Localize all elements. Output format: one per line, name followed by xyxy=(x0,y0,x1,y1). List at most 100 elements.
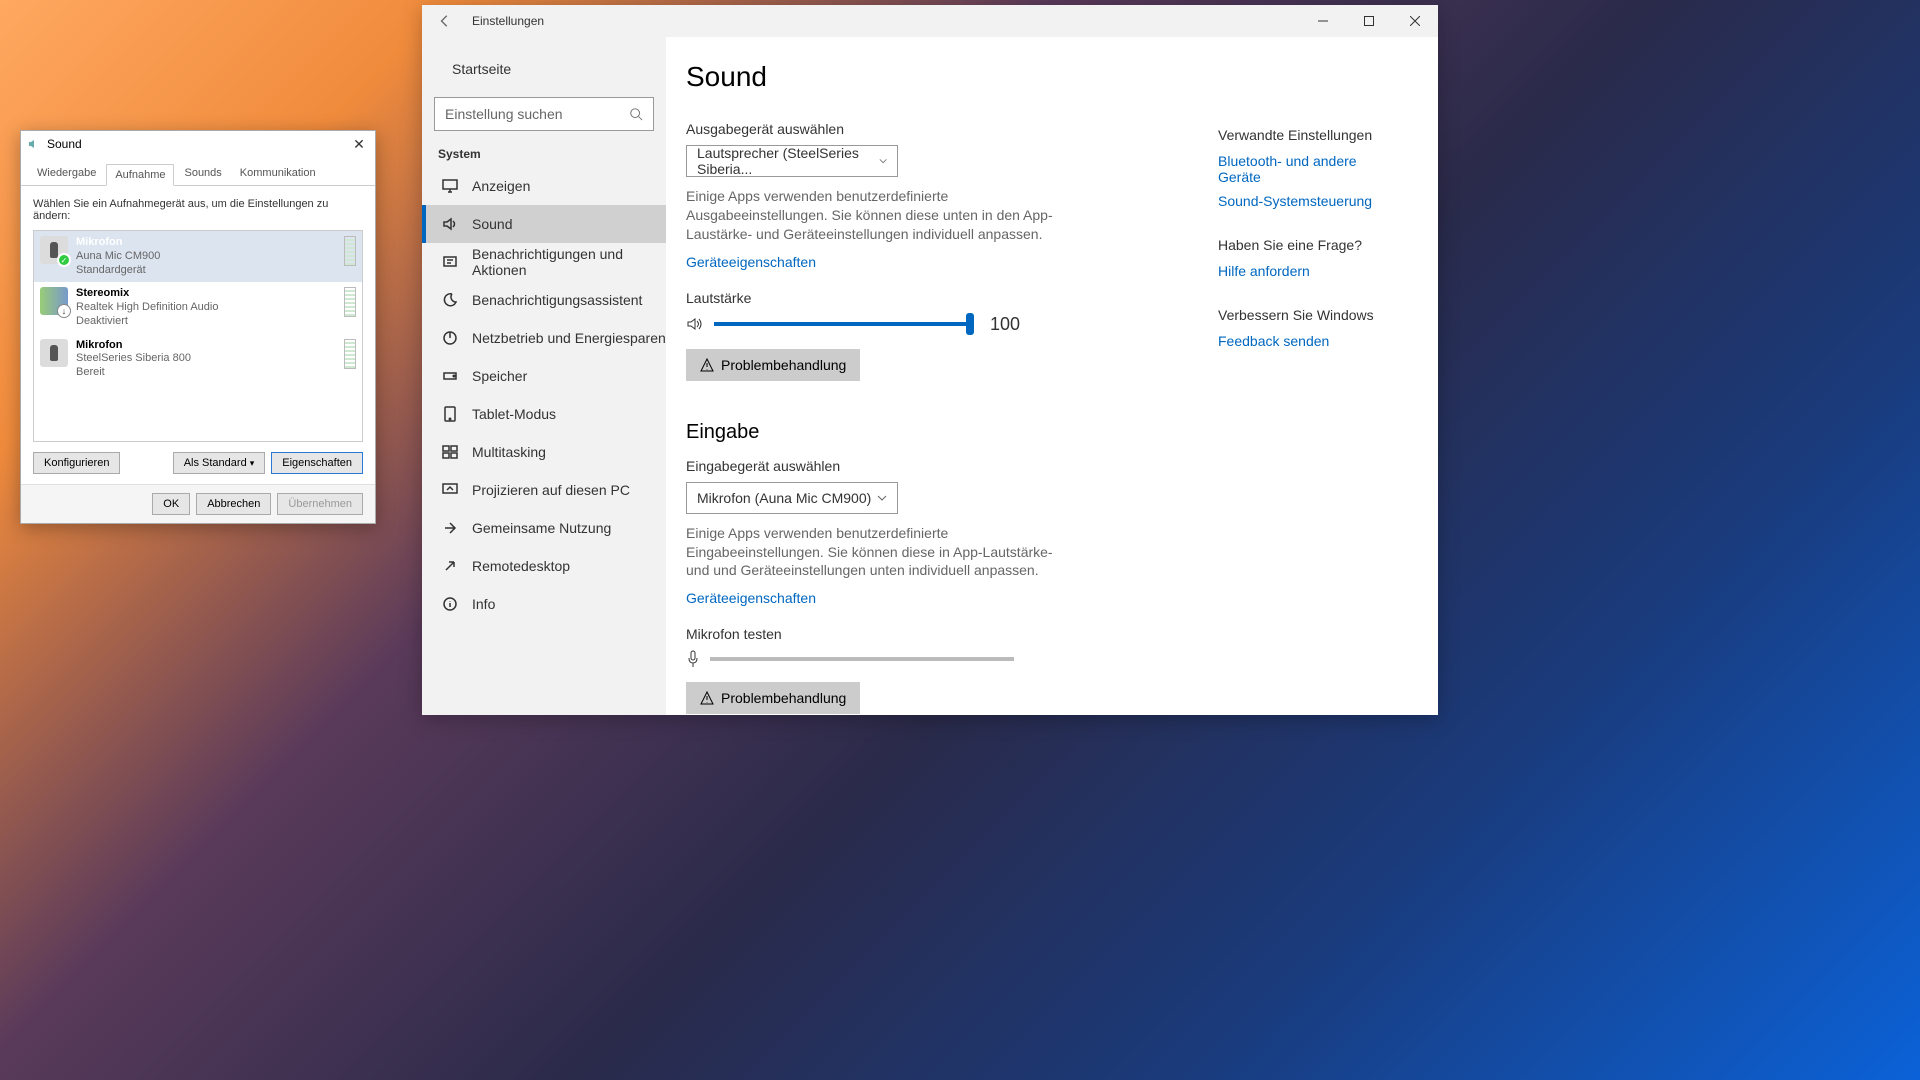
notifications-icon xyxy=(442,254,458,270)
dialog-title: Sound xyxy=(47,137,82,151)
question-header: Haben Sie eine Frage? xyxy=(1218,237,1398,253)
nav-label: Info xyxy=(472,596,495,612)
back-button[interactable] xyxy=(422,5,468,37)
volume-value: 100 xyxy=(990,314,1020,335)
nav-label: Benachrichtigungsassistent xyxy=(472,292,642,308)
sound-dialog: Sound ✕ Wiedergabe Aufnahme Sounds Kommu… xyxy=(20,130,376,524)
dialog-tabs: Wiedergabe Aufnahme Sounds Kommunikation xyxy=(21,157,375,186)
mic-test-meter xyxy=(710,657,1014,661)
configure-button[interactable]: Konfigurieren xyxy=(33,452,120,474)
nav-notifications[interactable]: Benachrichtigungen und Aktionen xyxy=(422,243,666,281)
nav-label: Remotedesktop xyxy=(472,558,570,574)
microphone-icon xyxy=(686,650,700,668)
nav-projecting[interactable]: Projizieren auf diesen PC xyxy=(422,471,666,509)
bluetooth-devices-link[interactable]: Bluetooth- und andere Geräte xyxy=(1218,153,1398,185)
nav-label: Multitasking xyxy=(472,444,546,460)
tab-sounds[interactable]: Sounds xyxy=(176,163,229,185)
output-device-properties-link[interactable]: Geräteeigenschaften xyxy=(686,254,816,270)
tab-communications[interactable]: Kommunikation xyxy=(232,163,324,185)
nav-about[interactable]: Info xyxy=(422,585,666,623)
troubleshoot-label: Problembehandlung xyxy=(721,690,846,706)
output-device-value: Lautsprecher (SteelSeries Siberia... xyxy=(697,145,879,177)
sound-control-panel-link[interactable]: Sound-Systemsteuerung xyxy=(1218,193,1398,209)
nav-shared[interactable]: Gemeinsame Nutzung xyxy=(422,509,666,547)
feedback-link[interactable]: Feedback senden xyxy=(1218,333,1398,349)
recording-device-list[interactable]: Mikrofon Auna Mic CM900 Standardgerät ↓ … xyxy=(33,230,363,442)
nav-remote-desktop[interactable]: Remotedesktop xyxy=(422,547,666,585)
output-device-select[interactable]: Lautsprecher (SteelSeries Siberia... xyxy=(686,145,898,177)
input-device-value: Mikrofon (Auna Mic CM900) xyxy=(697,490,871,506)
troubleshoot-label: Problembehandlung xyxy=(721,357,846,373)
device-sub: Realtek High Definition Audio xyxy=(76,301,218,315)
project-icon xyxy=(442,482,458,498)
page-title: Sound xyxy=(686,61,1438,93)
volume-slider[interactable] xyxy=(714,322,970,326)
stereomix-icon: ↓ xyxy=(40,287,68,315)
input-device-label: Eingabegerät auswählen xyxy=(686,458,1438,474)
tablet-icon xyxy=(442,406,458,422)
apply-button[interactable]: Übernehmen xyxy=(277,493,363,515)
device-item[interactable]: Mikrofon Auna Mic CM900 Standardgerät xyxy=(34,231,362,282)
home-nav-item[interactable]: Startseite xyxy=(422,47,666,91)
nav-display[interactable]: Anzeigen xyxy=(422,167,666,205)
nav-power[interactable]: Netzbetrieb und Energiesparen xyxy=(422,319,666,357)
device-item[interactable]: Mikrofon SteelSeries Siberia 800 Bereit xyxy=(34,334,362,385)
related-header: Verwandte Einstellungen xyxy=(1218,127,1398,143)
tab-recording[interactable]: Aufnahme xyxy=(106,164,174,186)
input-device-select[interactable]: Mikrofon (Auna Mic CM900) xyxy=(686,482,898,514)
close-button[interactable] xyxy=(1392,5,1438,37)
nav-label: Speicher xyxy=(472,368,527,384)
properties-button[interactable]: Eigenschaften xyxy=(271,452,363,474)
settings-window: Einstellungen Startseite System Anzeigen xyxy=(422,5,1438,715)
nav-focus-assist[interactable]: Benachrichtigungsassistent xyxy=(422,281,666,319)
nav-label: Anzeigen xyxy=(472,178,530,194)
mic-test-label: Mikrofon testen xyxy=(686,626,1438,642)
nav-label: Gemeinsame Nutzung xyxy=(472,520,611,536)
ok-button[interactable]: OK xyxy=(152,493,190,515)
volume-thumb[interactable] xyxy=(966,313,974,335)
get-help-link[interactable]: Hilfe anfordern xyxy=(1218,263,1398,279)
search-input[interactable] xyxy=(445,106,629,122)
device-name: Mikrofon xyxy=(76,339,191,353)
search-box[interactable] xyxy=(434,97,654,131)
input-level-meter xyxy=(344,236,356,266)
dialog-instruction: Wählen Sie ein Aufnahmegerät aus, um die… xyxy=(33,198,363,222)
device-sub: SteelSeries Siberia 800 xyxy=(76,352,191,366)
input-level-meter xyxy=(344,339,356,369)
warning-icon xyxy=(700,691,714,705)
input-device-properties-link[interactable]: Geräteeigenschaften xyxy=(686,590,816,606)
device-sub: Auna Mic CM900 xyxy=(76,250,160,264)
multitask-icon xyxy=(442,444,458,460)
disabled-badge-icon: ↓ xyxy=(57,304,71,318)
chevron-down-icon xyxy=(877,493,887,503)
nav-sound[interactable]: Sound xyxy=(422,205,666,243)
nav-multitasking[interactable]: Multitasking xyxy=(422,433,666,471)
microphone-icon xyxy=(40,236,68,264)
maximize-button[interactable] xyxy=(1346,5,1392,37)
nav-storage[interactable]: Speicher xyxy=(422,357,666,395)
sound-icon xyxy=(442,216,458,232)
device-name: Stereomix xyxy=(76,287,218,301)
search-icon xyxy=(629,107,643,121)
remote-icon xyxy=(442,558,458,574)
input-troubleshoot-button[interactable]: Problembehandlung xyxy=(686,682,860,714)
chevron-down-icon: ▾ xyxy=(250,458,255,468)
nav-label: Netzbetrieb und Energiesparen xyxy=(472,330,666,346)
dialog-titlebar: Sound ✕ xyxy=(21,131,375,157)
chevron-down-icon xyxy=(879,156,887,166)
cancel-button[interactable]: Abbrechen xyxy=(196,493,271,515)
info-icon xyxy=(442,596,458,612)
dialog-close-button[interactable]: ✕ xyxy=(349,136,369,153)
default-check-icon xyxy=(57,253,71,267)
nav-label: Benachrichtigungen und Aktionen xyxy=(472,246,666,278)
window-title: Einstellungen xyxy=(472,14,544,28)
device-status: Deaktiviert xyxy=(76,315,218,329)
improve-header: Verbessern Sie Windows xyxy=(1218,307,1398,323)
tab-playback[interactable]: Wiedergabe xyxy=(29,163,104,185)
set-default-button[interactable]: Als Standard ▾ xyxy=(173,452,266,474)
section-label: System xyxy=(422,145,666,167)
device-item[interactable]: ↓ Stereomix Realtek High Definition Audi… xyxy=(34,282,362,333)
output-troubleshoot-button[interactable]: Problembehandlung xyxy=(686,349,860,381)
minimize-button[interactable] xyxy=(1300,5,1346,37)
nav-tablet[interactable]: Tablet-Modus xyxy=(422,395,666,433)
